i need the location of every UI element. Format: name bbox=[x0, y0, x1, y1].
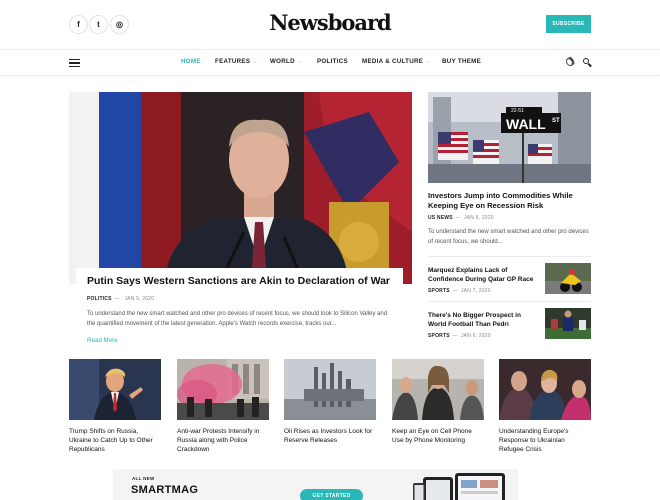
bottom-card-title[interactable]: Anti-war Protests Intensify in Russia al… bbox=[177, 427, 269, 454]
bottom-card-title[interactable]: Keep an Eye on Cell Phone Use by Phone M… bbox=[392, 427, 484, 445]
protest-photo bbox=[177, 359, 269, 420]
nav-label: WORLD bbox=[270, 58, 295, 65]
side-list-item-title[interactable]: There's No Bigger Prospect in World Foot… bbox=[428, 311, 538, 329]
wall-street-sign-number: 22-51 bbox=[511, 108, 524, 114]
get-started-button[interactable]: GET STARTED bbox=[300, 489, 363, 500]
side-feature-title[interactable]: Investors Jump into Commodities While Ke… bbox=[428, 191, 591, 211]
category-label[interactable]: US NEWS bbox=[428, 215, 453, 221]
article-date: JAN 7, 2020 bbox=[460, 288, 491, 294]
category-label[interactable]: POLITICS bbox=[87, 296, 112, 302]
read-more-link[interactable]: Read More bbox=[87, 337, 118, 344]
subscribe-button[interactable]: SUBSCRIBE bbox=[546, 15, 591, 33]
bottom-card-image[interactable] bbox=[499, 359, 591, 420]
nav-item-media-culture[interactable]: MEDIA & CULTURE ⌵ bbox=[362, 58, 430, 65]
hero-article-card: Putin Says Western Sanctions are Akin to… bbox=[76, 268, 403, 348]
oil-refinery-photo bbox=[284, 359, 376, 420]
top-header: f t ◎ Newsboard SUBSCRIBE bbox=[0, 0, 660, 50]
divider bbox=[428, 301, 591, 302]
refugees-photo bbox=[499, 359, 591, 420]
chevron-down-icon: ⌵ bbox=[297, 59, 302, 65]
hero-image[interactable] bbox=[69, 92, 412, 284]
ad-kicker: ALL NEW bbox=[132, 476, 155, 481]
main-navigation: HOME FEATURES ⌵ WORLD ⌵ POLITICS MEDIA & C… bbox=[0, 50, 660, 76]
side-list-thumbnail[interactable] bbox=[545, 263, 591, 294]
trump-photo bbox=[69, 359, 161, 420]
side-list-item-meta: SPORTS — JAN 7, 2020 bbox=[428, 288, 491, 294]
nav-label: POLITICS bbox=[317, 58, 348, 65]
search-icon[interactable] bbox=[583, 58, 592, 67]
side-feature-excerpt: To understand the new smart watched and … bbox=[428, 229, 589, 245]
article-date: JAN 6, 2020 bbox=[460, 333, 491, 339]
bottom-card-image[interactable] bbox=[177, 359, 269, 420]
nav-item-home[interactable]: HOME bbox=[181, 58, 201, 65]
divider bbox=[428, 256, 591, 257]
advertisement-banner[interactable]: ALL NEW SMARTMAG GET STARTED bbox=[113, 469, 518, 500]
bottom-card-title[interactable]: Trump Shifts on Russia, Ukraine to Catch… bbox=[69, 427, 161, 454]
nav-label: BUY THEME bbox=[442, 58, 482, 65]
nav-item-buy-theme[interactable]: BUY THEME bbox=[442, 58, 481, 65]
article-date: JAN 9, 2020 bbox=[124, 296, 155, 302]
category-label[interactable]: SPORTS bbox=[428, 288, 450, 294]
bottom-card-image[interactable] bbox=[69, 359, 161, 420]
motogp-photo bbox=[545, 263, 591, 294]
wall-street-photo: WALL ST 22-51 bbox=[428, 92, 591, 183]
hero-article-meta: POLITICS — JAN 9, 2020 bbox=[87, 296, 155, 302]
ad-title: SMARTMAG bbox=[131, 484, 199, 496]
hero-article-title[interactable]: Putin Says Western Sanctions are Akin to… bbox=[87, 275, 392, 288]
football-photo bbox=[545, 308, 591, 339]
hero-photo-illustration bbox=[69, 92, 412, 284]
chevron-down-icon: ⌵ bbox=[426, 59, 431, 65]
hamburger-menu-icon[interactable] bbox=[69, 59, 80, 67]
side-list-item-title[interactable]: Marquez Explains Lack of Confidence Duri… bbox=[428, 266, 538, 284]
nav-label: HOME bbox=[181, 58, 201, 65]
device-mockup-illustration bbox=[413, 473, 505, 500]
nav-item-features[interactable]: FEATURES ⌵ bbox=[215, 58, 257, 65]
side-feature-meta: US NEWS — JAN 9, 2020 bbox=[428, 215, 494, 221]
side-feature-image[interactable]: WALL ST 22-51 bbox=[428, 92, 591, 183]
hero-article-excerpt: To understand the new smart watched and … bbox=[87, 311, 388, 327]
side-list-item-meta: SPORTS — JAN 6, 2020 bbox=[428, 333, 491, 339]
nav-item-politics[interactable]: POLITICS bbox=[317, 58, 348, 65]
chevron-down-icon: ⌵ bbox=[253, 59, 258, 65]
article-date: JAN 9, 2020 bbox=[463, 215, 494, 221]
dark-mode-moon-icon[interactable] bbox=[564, 55, 577, 68]
bottom-card-image[interactable] bbox=[392, 359, 484, 420]
bottom-card-title[interactable]: Understanding Europe's Response to Ukrai… bbox=[499, 427, 591, 454]
nav-item-world[interactable]: WORLD ⌵ bbox=[270, 58, 302, 65]
phone-users-photo bbox=[392, 359, 484, 420]
nav-label: FEATURES bbox=[215, 58, 251, 65]
side-list-thumbnail[interactable] bbox=[545, 308, 591, 339]
wall-street-sign-suffix: ST bbox=[552, 118, 560, 124]
wall-street-sign-text: WALL bbox=[506, 116, 546, 132]
bottom-card-title[interactable]: Oil Rises as Investors Look for Reserve … bbox=[284, 427, 376, 445]
category-label[interactable]: SPORTS bbox=[428, 333, 450, 339]
nav-label: MEDIA & CULTURE bbox=[362, 58, 424, 65]
bottom-card-image[interactable] bbox=[284, 359, 376, 420]
